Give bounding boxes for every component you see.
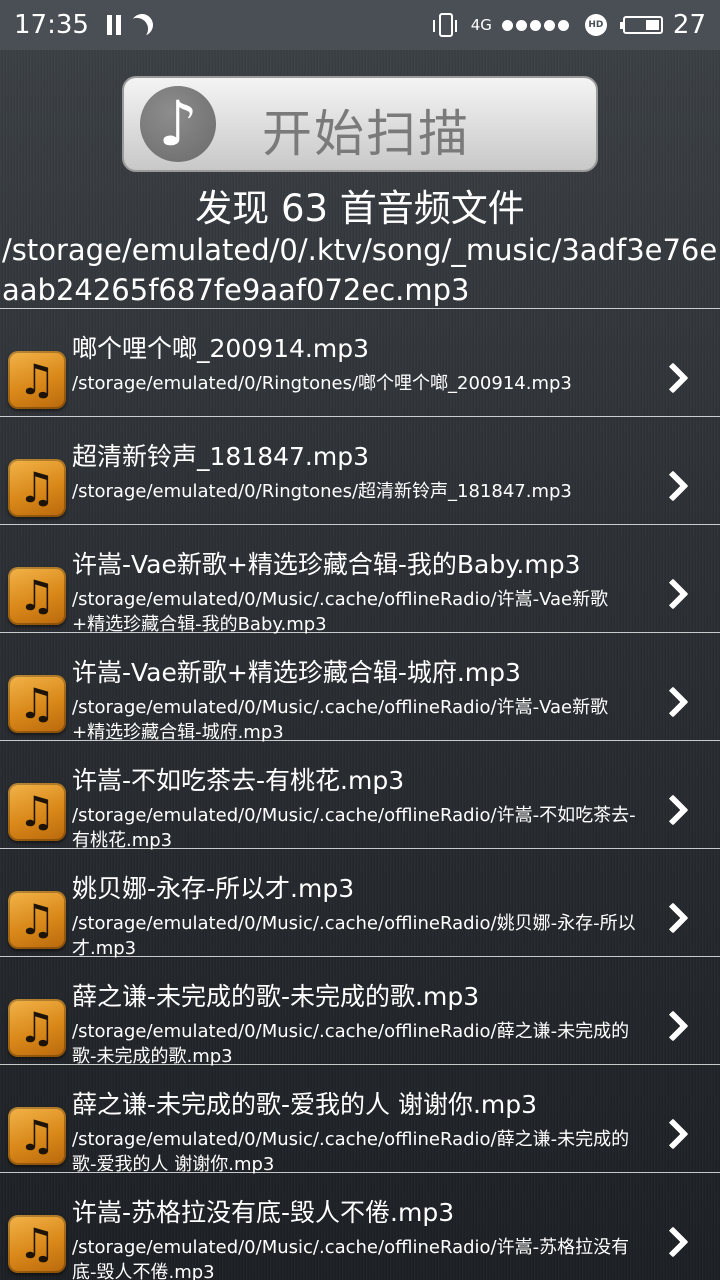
file-path: /storage/emulated/0/Music/.cache/offline… (72, 1129, 630, 1175)
file-title: 薛之谦-未完成的歌-未完成的歌.mp3 (72, 982, 480, 1011)
file-path: /storage/emulated/0/Ringtones/超清新铃声_1818… (72, 481, 572, 502)
hd-icon: HD (584, 14, 607, 36)
file-title: 姚贝娜-永存-所以才.mp3 (72, 874, 355, 903)
list-item[interactable]: ♫ 许嵩-Vae新歌+精选珍藏合辑-我的Baby.mp3/storage/emul… (0, 524, 720, 635)
music-note-icon: ♪ (140, 86, 216, 162)
music-file-icon: ♫ (8, 783, 66, 841)
file-path: /storage/emulated/0/Music/.cache/offline… (72, 1021, 630, 1067)
status-right: 4G HD 27 (431, 10, 706, 40)
found-count-text: 发现 63 首音频文件 (195, 187, 525, 230)
battery-level: 27 (672, 10, 706, 40)
pause-icon (106, 15, 121, 35)
status-left: 17:35 (14, 10, 153, 40)
scan-button-label: 开始扫描 (262, 105, 470, 163)
list-item[interactable]: ♫ 薛之谦-未完成的歌-未完成的歌.mp3/storage/emulated/0/… (0, 956, 720, 1067)
music-file-icon: ♫ (8, 1107, 66, 1165)
chevron-right-icon[interactable] (657, 1118, 689, 1150)
file-title: 薛之谦-未完成的歌-爱我的人 谢谢你.mp3 (72, 1090, 538, 1119)
music-file-icon: ♫ (8, 999, 66, 1057)
chevron-right-icon[interactable] (657, 686, 689, 718)
list-item[interactable]: ♫ 许嵩-苏格拉没有底-毁人不倦.mp3/storage/emulated/0/M… (0, 1172, 720, 1280)
chevron-right-icon[interactable] (657, 578, 689, 610)
chevron-right-icon[interactable] (657, 902, 689, 934)
music-file-icon: ♫ (8, 675, 66, 733)
status-bar: 17:35 4G HD 27 (0, 0, 720, 50)
file-title: 啷个哩个啷_200914.mp3 (72, 334, 370, 363)
chevron-right-icon[interactable] (657, 470, 689, 502)
file-path: /storage/emulated/0/Music/.cache/offline… (72, 1237, 630, 1280)
list-item[interactable]: ♫ 许嵩-Vae新歌+精选珍藏合辑-城府.mp3/storage/emulated… (0, 632, 720, 743)
vibrate-icon (432, 13, 457, 37)
network-label: 4G (470, 16, 492, 34)
file-title: 超清新铃声_181847.mp3 (72, 442, 370, 471)
chevron-right-icon[interactable] (657, 1010, 689, 1042)
start-scan-button[interactable]: ♪ 开始扫描 (122, 76, 598, 172)
list-item[interactable]: ♫ 啷个哩个啷_200914.mp3/storage/emulated/0/Rin… (0, 308, 720, 416)
moon-icon (128, 11, 156, 39)
signal-icon (501, 19, 569, 31)
status-time: 17:35 (14, 10, 89, 40)
battery-icon (619, 16, 663, 34)
list-item[interactable]: ♫ 超清新铃声_181847.mp3/storage/emulated/0/Rin… (0, 416, 720, 524)
list-item[interactable]: ♫ 许嵩-不如吃茶去-有桃花.mp3/storage/emulated/0/Mus… (0, 740, 720, 851)
file-title: 许嵩-Vae新歌+精选珍藏合辑-城府.mp3 (72, 658, 521, 687)
file-path: /storage/emulated/0/Music/.cache/offline… (72, 913, 636, 959)
music-file-icon: ♫ (8, 891, 66, 949)
music-file-icon: ♫ (8, 459, 66, 517)
chevron-right-icon[interactable] (657, 1226, 689, 1258)
chevron-right-icon[interactable] (657, 362, 689, 394)
file-path: /storage/emulated/0/Ringtones/啷个哩个啷_2009… (72, 373, 572, 394)
file-path: /storage/emulated/0/Music/.cache/offline… (72, 589, 609, 635)
music-file-icon: ♫ (8, 567, 66, 625)
file-title: 许嵩-苏格拉没有底-毁人不倦.mp3 (72, 1198, 455, 1227)
music-file-icon: ♫ (8, 351, 66, 409)
file-title: 许嵩-Vae新歌+精选珍藏合辑-我的Baby.mp3 (72, 550, 581, 579)
list-item[interactable]: ♫ 姚贝娜-永存-所以才.mp3/storage/emulated/0/Music… (0, 848, 720, 959)
file-list: ♫ 啷个哩个啷_200914.mp3/storage/emulated/0/Rin… (0, 308, 720, 1280)
file-title: 许嵩-不如吃茶去-有桃花.mp3 (72, 766, 405, 795)
list-item[interactable]: ♫ 薛之谦-未完成的歌-爱我的人 谢谢你.mp3/storage/emulated… (0, 1064, 720, 1175)
current-scan-path: /storage/emulated/0/.ktv/song/_music/3ad… (2, 233, 718, 307)
music-file-icon: ♫ (8, 1215, 66, 1273)
chevron-right-icon[interactable] (657, 794, 689, 826)
file-path: /storage/emulated/0/Music/.cache/offline… (72, 697, 609, 743)
file-path: /storage/emulated/0/Music/.cache/offline… (72, 805, 636, 851)
